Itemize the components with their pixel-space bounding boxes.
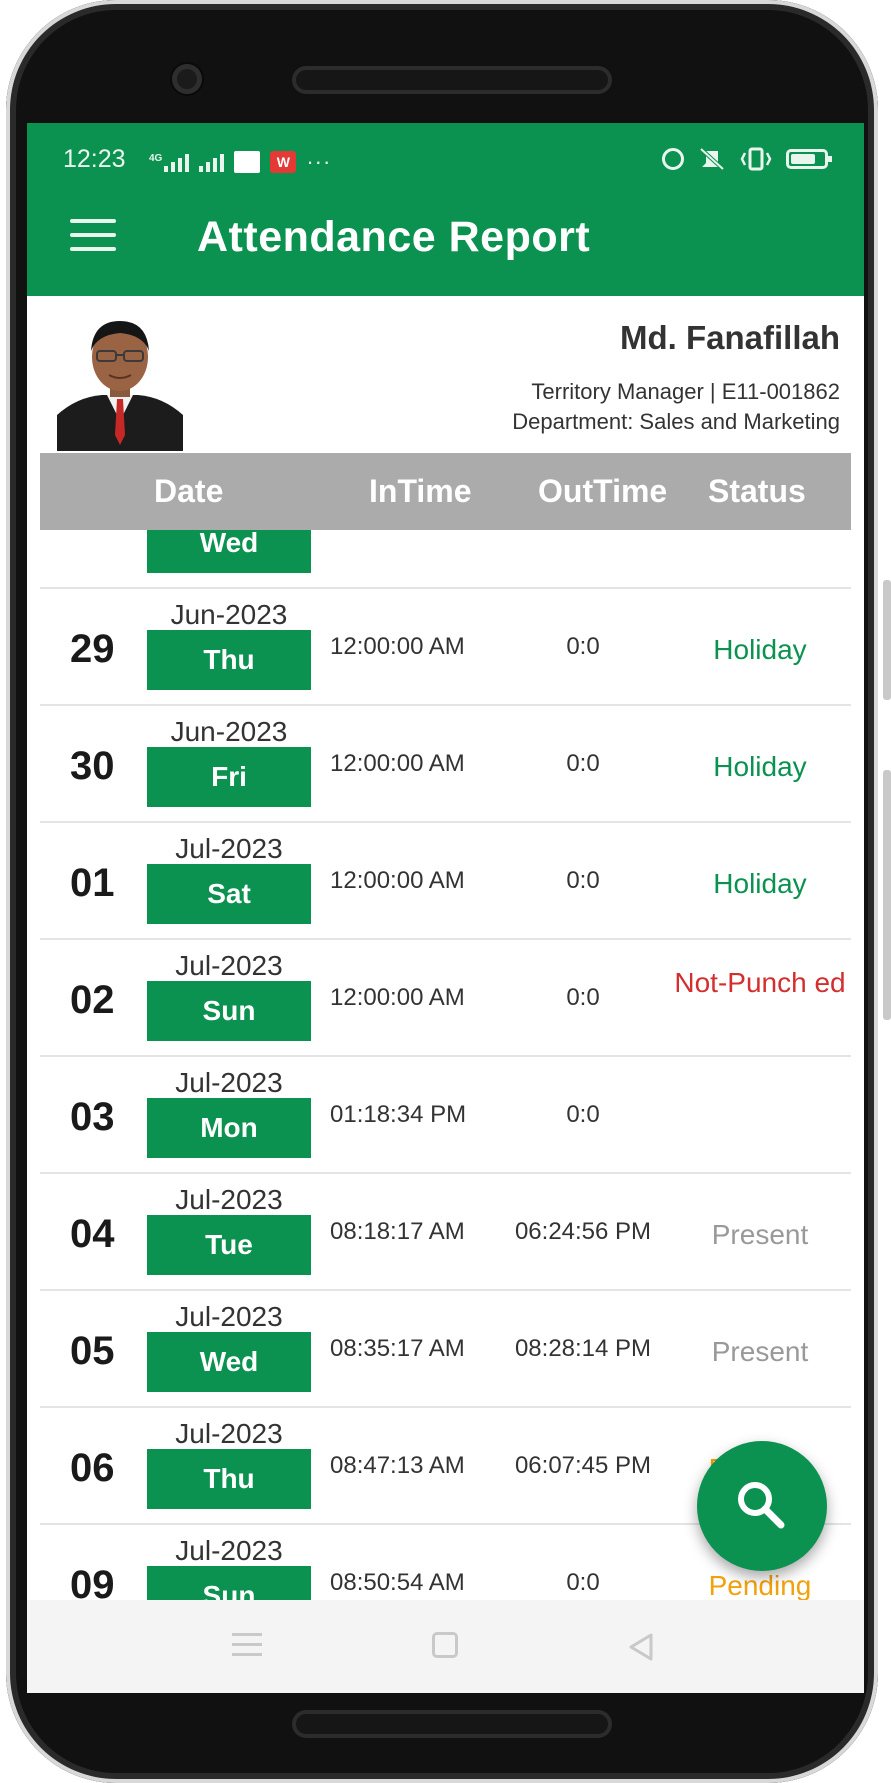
weekday-badge: Thu	[147, 630, 311, 690]
back-icon[interactable]	[627, 1632, 657, 1662]
employee-designation: Territory Manager | E11-001862	[531, 379, 840, 404]
out-time: 0:0	[566, 867, 600, 894]
month-year: Jul-2023	[175, 1067, 283, 1098]
month-year: Jul-2023	[175, 1418, 283, 1449]
status-time: 12:23	[63, 145, 126, 173]
table-row: 05 Jul-2023 Wed 08:35:17 AM 08:28:14 PM …	[40, 1289, 851, 1408]
in-time: 08:35:17 AM	[330, 1335, 465, 1362]
table-row: 04 Jul-2023 Tue 08:18:17 AM 06:24:56 PM …	[40, 1172, 851, 1291]
status-text: Pending	[708, 1570, 812, 1601]
out-time: 06:24:56 PM	[514, 1218, 652, 1245]
table-header: Date InTime OutTime Status	[40, 453, 851, 530]
table-row: 29 Jun-2023 Thu 12:00:00 AM 0:0 Holiday	[40, 587, 851, 706]
silent-icon	[699, 147, 725, 171]
status-bar: 12:23 4G W ···	[63, 143, 832, 179]
status-text: Present	[711, 1336, 809, 1367]
weekday-badge: Fri	[147, 747, 311, 807]
volume-button	[883, 580, 891, 700]
out-time: 0:0	[566, 1101, 600, 1128]
battery-icon	[786, 149, 832, 169]
weekday-badge: Thu	[147, 1449, 311, 1509]
weekday-badge: Sat	[147, 864, 311, 924]
out-time: 06:07:45 PM	[514, 1452, 652, 1479]
earpiece-speaker	[292, 66, 612, 94]
month-year: Jun-2023	[170, 716, 288, 747]
header-status: Status	[708, 473, 806, 509]
weekday-badge: Sun	[147, 981, 311, 1041]
menu-icon[interactable]	[70, 219, 116, 253]
header-out-time: OutTime	[538, 473, 668, 509]
in-time: 12:00:00 AM	[330, 633, 465, 660]
in-time: 08:18:17 AM	[330, 1218, 465, 1245]
status-text: Holiday	[713, 634, 807, 665]
status-text: Present	[711, 1219, 809, 1250]
day-number: 03	[70, 1095, 115, 1139]
front-camera	[172, 64, 202, 94]
status-text: Not-Punch ed	[674, 967, 846, 998]
weekday-badge: Wed	[147, 1332, 311, 1392]
weekday-badge: Mon	[147, 1098, 311, 1158]
out-time: 0:0	[566, 750, 600, 777]
header-in-time: InTime	[369, 473, 472, 509]
app-screen: 12:23 4G W ··· Attendance Report Md. Fan…	[27, 123, 864, 1693]
out-time: 08:28:14 PM	[514, 1335, 652, 1362]
weekday-badge: Tue	[147, 1215, 311, 1275]
avatar	[57, 313, 183, 451]
day-number: 05	[70, 1329, 115, 1373]
out-time: 0:0	[566, 1569, 600, 1596]
day-number: 04	[70, 1212, 115, 1256]
day-number: 02	[70, 978, 115, 1022]
month-year: Jul-2023	[175, 950, 283, 981]
wps-icon: W	[270, 151, 297, 173]
status-text: Holiday	[713, 868, 807, 899]
network-type-label: 4G	[149, 153, 163, 164]
app-bar: 12:23 4G W ··· Attendance Report	[27, 123, 864, 296]
signal-4g-icon: 4G	[149, 152, 190, 172]
power-button	[883, 770, 891, 1020]
in-time: 01:18:34 PM	[330, 1101, 467, 1128]
app-notification-icon	[234, 151, 261, 173]
table-row: 01 Jul-2023 Sat 12:00:00 AM 0:0 Holiday	[40, 821, 851, 940]
more-dots-icon: ···	[306, 149, 332, 174]
day-number: 06	[70, 1446, 115, 1490]
out-time: 0:0	[566, 633, 600, 660]
day-number: 01	[70, 861, 115, 905]
weekday-badge: Wed	[147, 530, 311, 573]
month-year: Jul-2023	[175, 1535, 283, 1566]
in-time: 08:50:54 AM	[330, 1569, 465, 1596]
in-time: 08:47:13 AM	[330, 1452, 465, 1479]
table-row: Wed	[40, 530, 851, 589]
status-icons-right	[662, 147, 832, 171]
month-year: Jun-2023	[170, 599, 288, 630]
status-text: Holiday	[713, 751, 807, 782]
day-number: 29	[70, 627, 115, 671]
in-time: 12:00:00 AM	[330, 984, 465, 1011]
employee-name: Md. Fanafillah	[619, 319, 840, 356]
recent-apps-icon[interactable]	[232, 1633, 262, 1659]
out-time: 0:0	[566, 984, 600, 1011]
month-year: Jul-2023	[175, 833, 283, 864]
bottom-speaker	[292, 1710, 612, 1738]
day-number: 30	[70, 744, 115, 788]
vibrate-icon	[740, 147, 772, 171]
signal-icon	[199, 152, 225, 172]
table-row: 30 Jun-2023 Fri 12:00:00 AM 0:0 Holiday	[40, 704, 851, 823]
in-time: 12:00:00 AM	[330, 867, 465, 894]
month-year: Jul-2023	[175, 1184, 283, 1215]
employee-department: Department: Sales and Marketing	[512, 409, 840, 434]
search-icon	[738, 1482, 785, 1529]
page-title: Attendance Report	[197, 213, 591, 261]
in-time: 12:00:00 AM	[330, 750, 465, 777]
table-row: 03 Jul-2023 Mon 01:18:34 PM 0:0	[40, 1055, 851, 1174]
search-button[interactable]	[697, 1441, 827, 1571]
home-icon[interactable]	[432, 1632, 458, 1658]
table-row: 02 Jul-2023 Sun 12:00:00 AM 0:0 Not-Punc…	[40, 938, 851, 1057]
ring-icon	[662, 148, 684, 170]
status-icons-left: 4G W ···	[149, 149, 331, 175]
month-year: Jul-2023	[175, 1301, 283, 1332]
header-date: Date	[154, 473, 224, 509]
system-nav-bar	[27, 1600, 864, 1693]
